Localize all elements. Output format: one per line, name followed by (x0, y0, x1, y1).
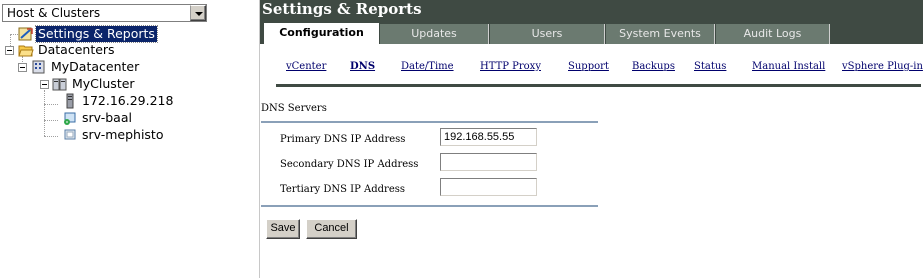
subnav-status[interactable]: Status (694, 61, 726, 72)
tree-item-label: MyDatacenter (51, 59, 140, 74)
subnav-vsphere-plugin[interactable]: vSphere Plug-in (842, 61, 923, 72)
subnav-manual-install[interactable]: Manual Install (752, 61, 825, 72)
settings-reports-icon (18, 26, 34, 42)
subnav-divider (276, 84, 921, 87)
tree-connector (44, 136, 58, 137)
tertiary-dns-input[interactable] (440, 178, 537, 196)
tab-audit-logs[interactable]: Audit Logs (716, 24, 830, 44)
secondary-dns-input[interactable] (440, 153, 537, 171)
section-divider (261, 205, 598, 207)
view-select[interactable]: Host & Clusters (2, 4, 207, 22)
tertiary-dns-label: Tertiary DNS IP Address (280, 184, 406, 195)
tab-updates[interactable]: Updates (380, 24, 489, 44)
tree-item-datacenters[interactable]: Datacenters (18, 42, 117, 58)
primary-dns-label: Primary DNS IP Address (280, 134, 406, 145)
page-title: Settings & Reports (262, 0, 422, 18)
collapse-icon[interactable] (5, 46, 14, 55)
page-header: Settings & Reports Configuration Updates… (260, 0, 923, 45)
sub-navigation: vCenter DNS Date/Time HTTP Proxy Support… (260, 44, 923, 84)
tree-connector (44, 120, 58, 121)
tree-connector (44, 90, 45, 136)
tab-configuration[interactable]: Configuration (264, 23, 379, 45)
vm-running-icon (62, 110, 78, 126)
tree-item-label: MyCluster (72, 76, 135, 91)
subnav-vcenter[interactable]: vCenter (286, 61, 326, 72)
tab-system-events[interactable]: System Events (606, 24, 715, 44)
datacenter-icon (31, 59, 47, 75)
tree-connector (10, 34, 18, 35)
section-divider (261, 121, 598, 123)
tree-connector (44, 104, 58, 105)
subnav-backups[interactable]: Backups (632, 61, 675, 72)
collapse-icon[interactable] (40, 80, 49, 89)
tree-item-srv-baal[interactable]: srv-baal (62, 110, 134, 126)
subnav-date-time[interactable]: Date/Time (401, 61, 454, 72)
content-pane: Settings & Reports Configuration Updates… (260, 0, 923, 278)
tab-users[interactable]: Users (490, 24, 605, 44)
subnav-http-proxy[interactable]: HTTP Proxy (480, 61, 541, 72)
tree-item-srv-mephisto[interactable]: srv-mephisto (62, 127, 165, 143)
cancel-button[interactable]: Cancel (306, 219, 357, 239)
tree-item-label: Datacenters (38, 42, 115, 57)
subnav-dns[interactable]: DNS (350, 61, 375, 72)
collapse-icon[interactable] (18, 63, 27, 72)
save-button[interactable]: Save (266, 219, 300, 239)
tree-item-label: srv-baal (82, 110, 132, 125)
tree-item-label: srv-mephisto (82, 127, 164, 142)
section-title: DNS Servers (261, 103, 327, 114)
folder-icon (18, 42, 34, 58)
tree-item-settings-reports[interactable]: Settings & Reports (18, 25, 158, 43)
inventory-pane: Host & Clusters Settings & Reports Datac… (0, 0, 258, 278)
vm-icon (62, 127, 78, 143)
tree-item-host[interactable]: 172.16.29.218 (62, 93, 175, 109)
tree-item-label: Settings & Reports (35, 25, 158, 43)
view-select-value: Host & Clusters (7, 6, 101, 20)
tree-item-label: 172.16.29.218 (82, 93, 174, 108)
subnav-support[interactable]: Support (568, 61, 609, 72)
cluster-icon (52, 76, 68, 92)
host-server-icon (62, 93, 78, 109)
primary-dns-input[interactable] (440, 128, 537, 146)
tree-item-mydatacenter[interactable]: MyDatacenter (31, 59, 141, 75)
secondary-dns-label: Secondary DNS IP Address (280, 159, 419, 170)
chevron-down-icon[interactable] (190, 5, 206, 21)
tree-item-mycluster[interactable]: MyCluster (52, 76, 137, 92)
